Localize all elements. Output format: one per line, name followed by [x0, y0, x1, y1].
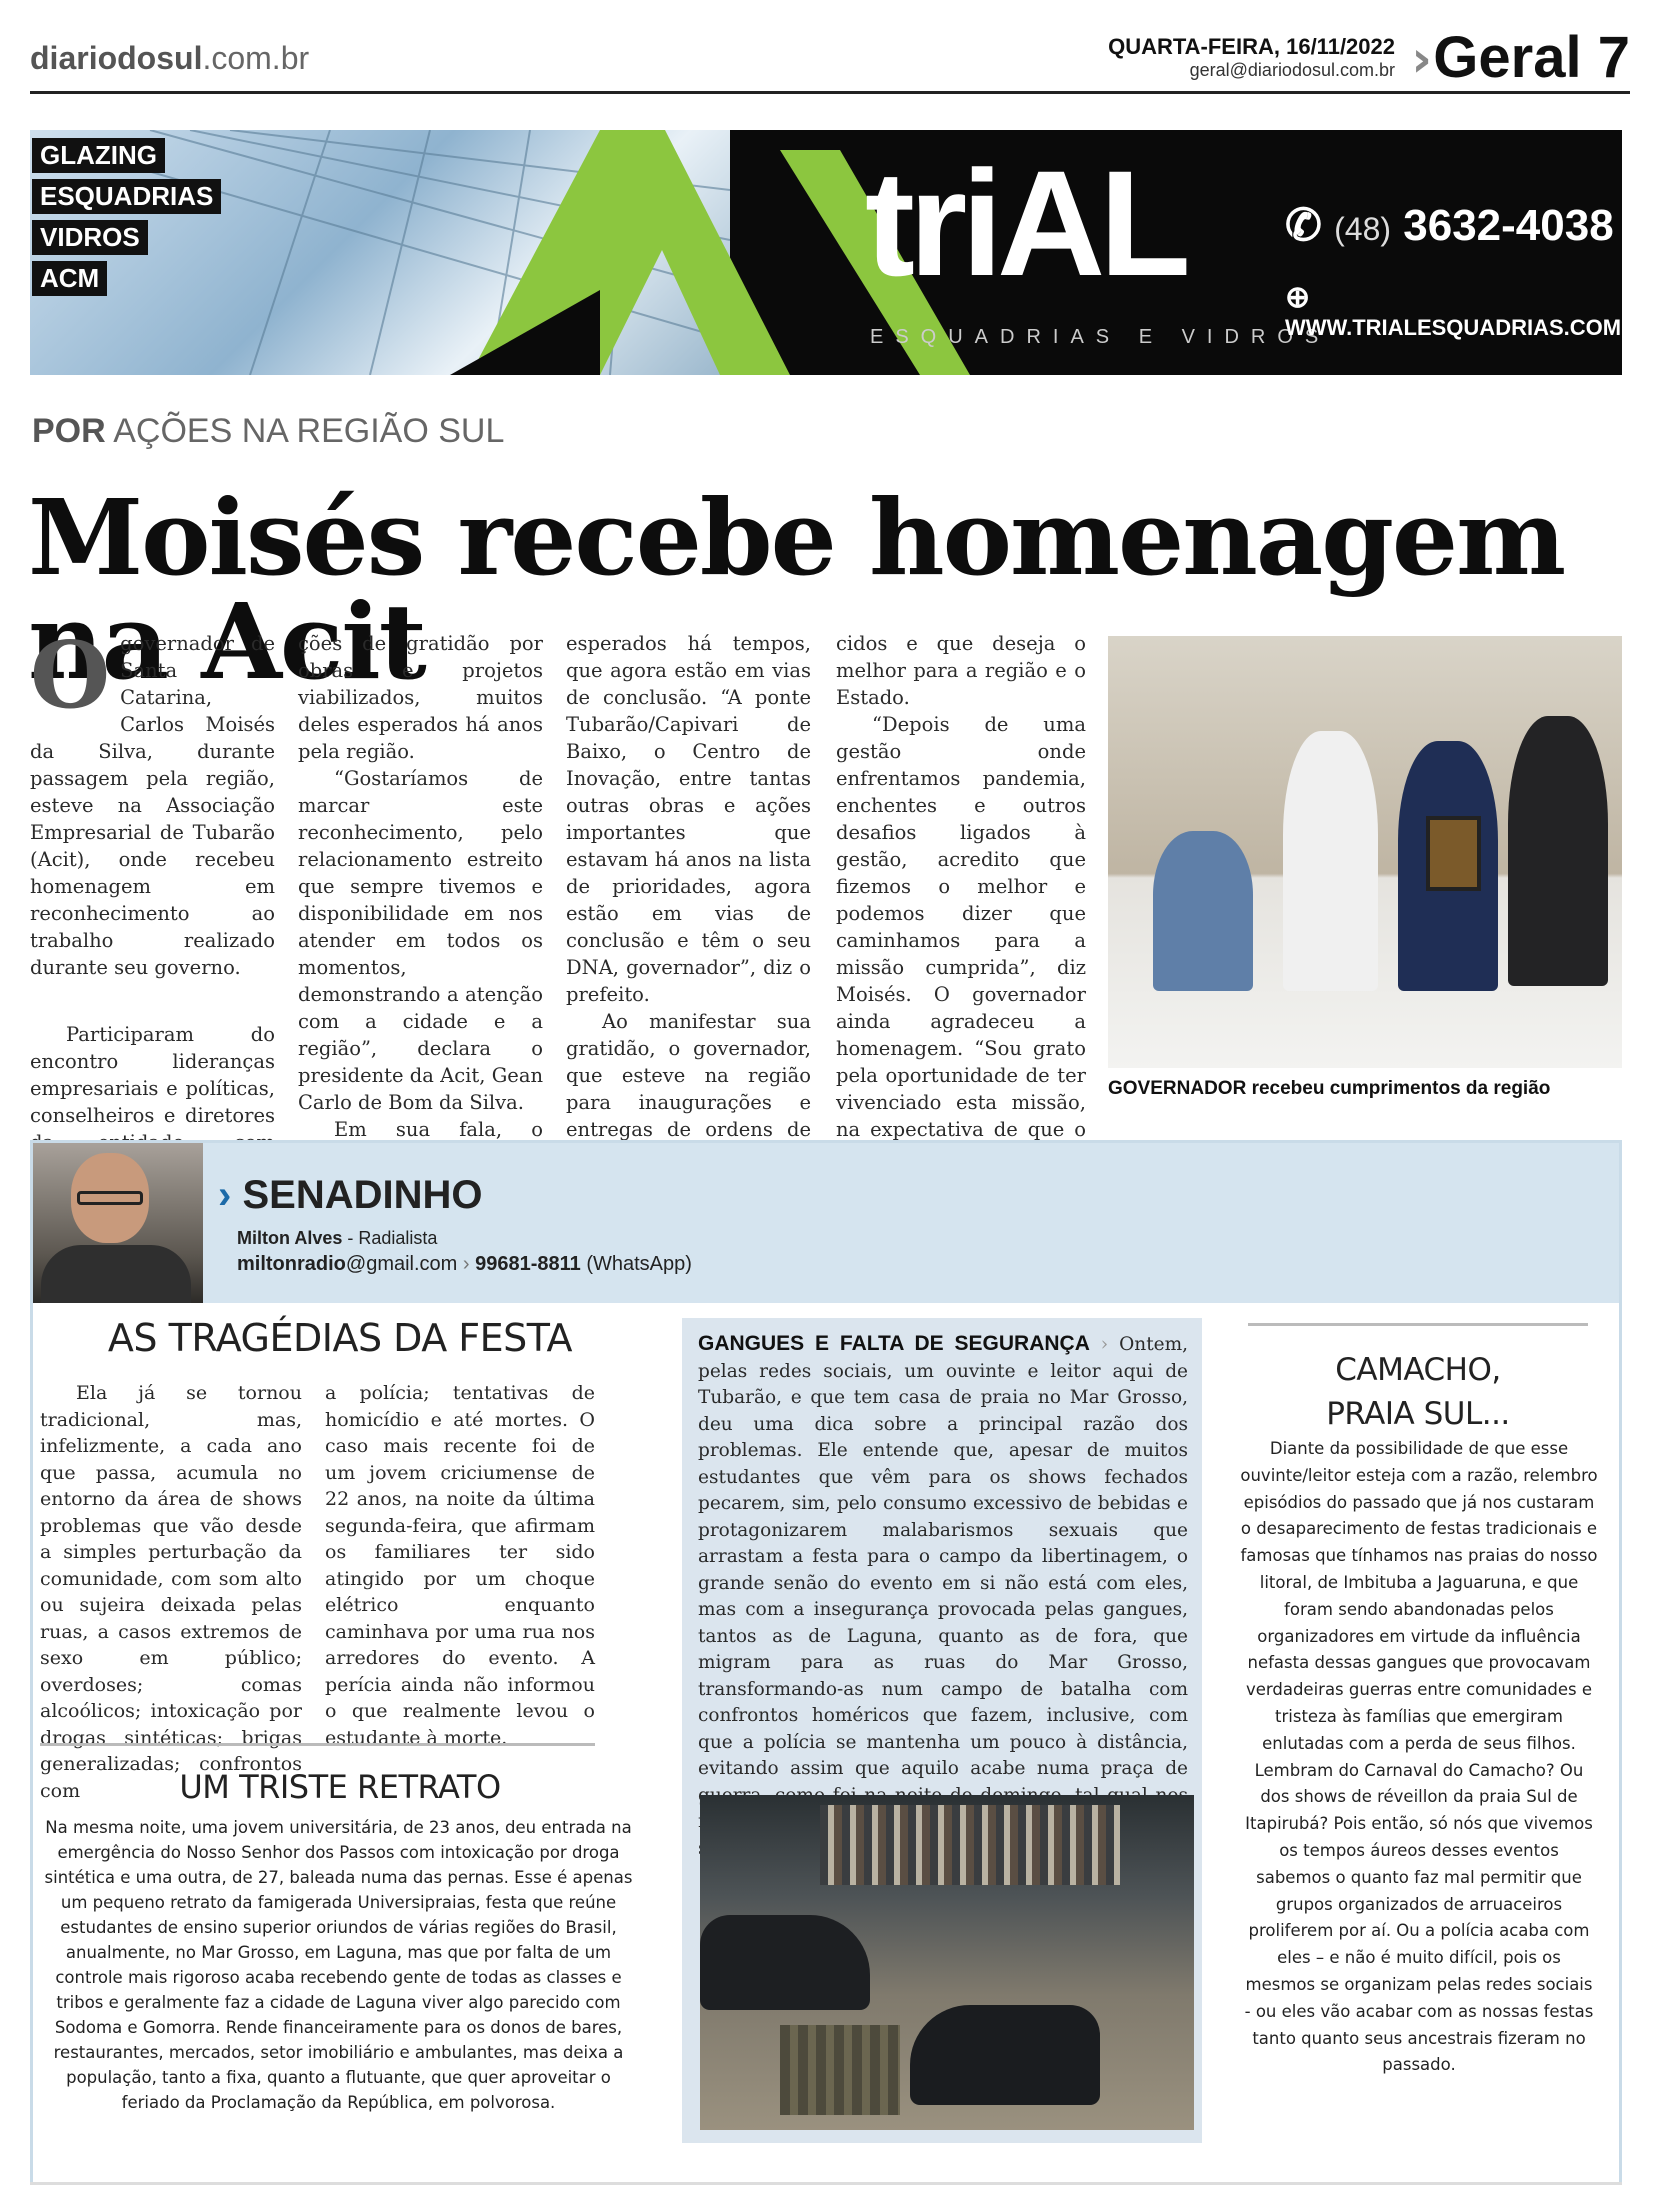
ad-tag: GLAZING [32, 138, 165, 173]
phone-icon: ✆ [1285, 201, 1322, 250]
camacho-title: CAMACHO, PRAIA SUL... [1326, 1352, 1510, 1432]
column-header: › SENADINHO Milton Alves - Radialista mi… [33, 1143, 1619, 1303]
tragedias-column-2: a polícia; tentativas de homicídio e até… [325, 1382, 595, 1749]
globe-icon: ⊕ [1285, 281, 1311, 314]
person-figure [1283, 731, 1378, 991]
section-email[interactable]: geral@diariodosul.com.br [1108, 60, 1395, 81]
article-column-2: ções de gratidão por obras e projetos vi… [298, 632, 543, 1222]
car-figure [700, 1915, 870, 2010]
page-number: 7 [1597, 25, 1630, 90]
avatar [33, 1143, 203, 1303]
ad-phone[interactable]: ✆ (48) 3632-4038 [1285, 200, 1614, 251]
column-author: Milton Alves - Radialista [237, 1228, 438, 1248]
chevron-right-icon: › [1100, 1334, 1109, 1355]
article-column-1: Ogovernador de Santa Catarina, Carlos Mo… [30, 621, 275, 1181]
section-label: Geral [1433, 25, 1582, 90]
retrato-title: UM TRISTE RETRATO [179, 1768, 501, 1806]
ad-tag: ESQUADRIAS [32, 179, 222, 214]
section-divider [40, 1743, 595, 1746]
column-contact[interactable]: miltonradio@gmail.com › 99681-8811 (What… [237, 1253, 692, 1276]
ad-website[interactable]: ⊕ WWW.TRIALESQUADRIAS.COM [1285, 280, 1622, 341]
article-column-3: esperados há tempos, que agora estão em … [566, 632, 811, 1195]
chevron-right-icon: › [462, 1253, 476, 1275]
tragedias-column-1: Ela já se tornou tradicional, mas, infel… [40, 1382, 302, 1802]
article-kicker: POR AÇÕES NA REGIÃO SUL [32, 412, 505, 450]
ad-tag: ACM [32, 261, 108, 296]
governor-ceremony-photo [1108, 636, 1622, 1068]
photo-caption: GOVERNADOR recebeu cumprimentos da regiã… [1108, 1078, 1551, 1099]
ad-logo-text: triAL [865, 139, 1191, 307]
gangues-text: GANGUES E FALTA DE SEGURANÇA › Ontem, pe… [698, 1332, 1188, 1859]
issue-date: QUARTA-FEIRA, 16/11/2022 [1108, 34, 1395, 59]
chevron-right-icon: › [1411, 30, 1432, 88]
tragedias-title: AS TRAGÉDIAS DA FESTA [107, 1316, 573, 1360]
drop-cap: O [30, 621, 111, 729]
camacho-body: Diante da possibilidade de que esse ouvi… [1240, 1439, 1598, 2075]
gangues-title: GANGUES E FALTA DE SEGURANÇA [698, 1332, 1090, 1355]
ad-tag-list: GLAZING ESQUADRIAS VIDROS ACM [30, 132, 222, 296]
column-name: › SENADINHO [218, 1173, 483, 1217]
retrato-body: Na mesma noite, uma jovem universitária,… [44, 1818, 633, 2112]
site-name[interactable]: diariodosul.com.br [30, 40, 309, 77]
section-divider [1248, 1323, 1588, 1326]
police-figure [780, 2025, 900, 2115]
street-fight-photo [700, 1795, 1194, 2130]
car-figure [910, 2005, 1100, 2105]
person-figure [1508, 716, 1608, 986]
ad-tag: VIDROS [32, 220, 148, 255]
person-figure [1153, 831, 1253, 991]
chevron-right-icon: › [218, 1173, 232, 1217]
date-block: QUARTA-FEIRA, 16/11/2022 geral@diariodos… [1108, 34, 1395, 81]
masthead: diariodosul.com.br QUARTA-FEIRA, 16/11/2… [30, 25, 1630, 94]
crowd-figure [820, 1805, 1120, 1885]
advertisement-banner[interactable]: GLAZING ESQUADRIAS VIDROS ACM triAL ESQU… [30, 130, 1622, 375]
plaque [1426, 816, 1481, 891]
page-bottom-rule [30, 2182, 1622, 2185]
section-name: Geral 7 [1433, 24, 1630, 91]
ad-subtitle: ESQUADRIAS E VIDROS [870, 326, 1331, 348]
